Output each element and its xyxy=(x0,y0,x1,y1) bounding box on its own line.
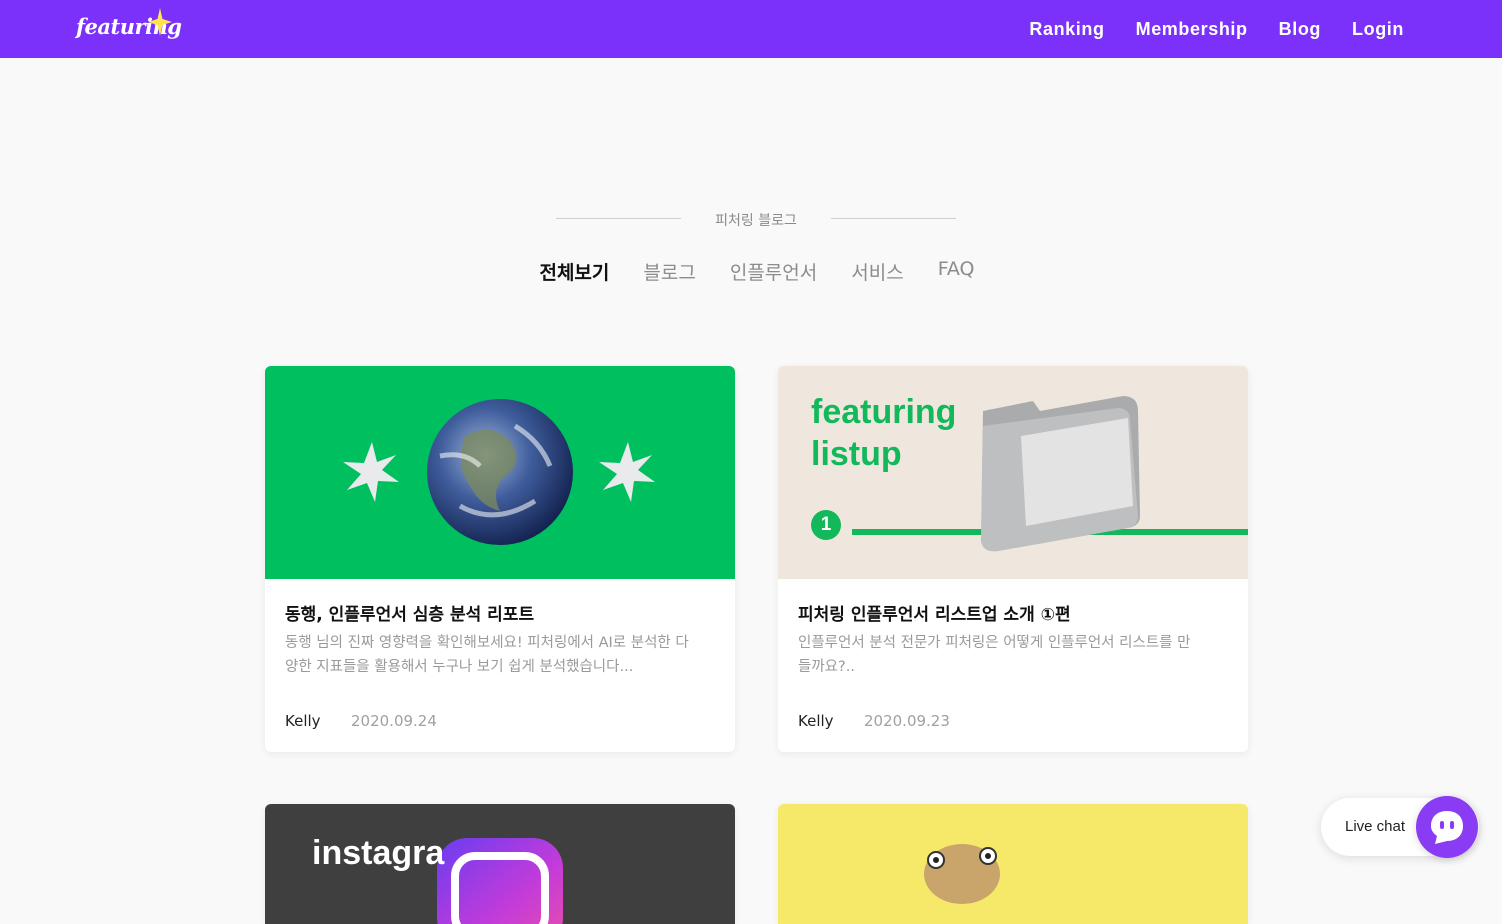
top-navbar: featuring Ranking Membership Blog Login xyxy=(0,0,1502,58)
card-date: 2020.09.24 xyxy=(351,712,437,730)
live-chat-button[interactable] xyxy=(1416,796,1478,858)
tab-all[interactable]: 전체보기 xyxy=(539,258,609,285)
card-date: 2020.09.23 xyxy=(864,712,950,730)
character-illustration xyxy=(924,844,1000,904)
card-description-line: 인플루언서 분석 전문가 피처링은 어떻게 인플루언서 리스트를 만 xyxy=(798,635,1191,651)
sparkle-icon xyxy=(148,8,172,36)
category-tabs: 전체보기 블로그 인플루언서 서비스 FAQ xyxy=(0,258,1502,285)
card-author: Kelly xyxy=(285,712,321,730)
card-thumbnail xyxy=(778,804,1248,924)
card-description-line: 양한 지표들을 활용해서 누구나 보기 쉽게 분석했습니다... xyxy=(285,659,634,675)
card-author: Kelly xyxy=(798,712,834,730)
card-thumbnail xyxy=(265,366,735,579)
thumbnail-badge: 1 xyxy=(820,514,832,535)
divider-right xyxy=(831,218,956,219)
card-description: 동행 님의 진짜 영향력을 확인해보세요! 피처링에서 AI로 분석한 다 양한… xyxy=(285,631,715,679)
card-description: 인플루언서 분석 전문가 피처링은 어떻게 인플루언서 리스트를 만 들까요?.… xyxy=(798,631,1228,679)
blog-card[interactable]: 동행, 인플루언서 심층 분석 리포트 동행 님의 진짜 영향력을 확인해보세요… xyxy=(265,366,735,752)
folder-illustration xyxy=(811,396,1248,552)
card-thumbnail: instagra xyxy=(265,804,735,924)
featuring-logo[interactable]: featuring xyxy=(76,8,182,48)
card-description-line: 들까요?.. xyxy=(798,659,855,675)
section-heading: 피처링 블로그 xyxy=(556,208,956,230)
tab-service[interactable]: 서비스 xyxy=(851,258,903,285)
chat-bubble-icon xyxy=(1431,811,1463,844)
card-title[interactable]: 동행, 인플루언서 심층 분석 리포트 xyxy=(285,600,534,625)
nav-ranking[interactable]: Ranking xyxy=(1029,19,1104,40)
card-description-line: 동행 님의 진짜 영향력을 확인해보세요! 피처링에서 AI로 분석한 다 xyxy=(285,635,689,651)
card-title[interactable]: 피처링 인플루언서 리스트업 소개 ①편 xyxy=(798,600,1071,625)
earth-illustration xyxy=(343,399,655,545)
live-chat-label[interactable]: Live chat xyxy=(1345,818,1405,835)
nav-blog[interactable]: Blog xyxy=(1279,19,1321,40)
nav-membership[interactable]: Membership xyxy=(1136,19,1248,40)
card-thumbnail: featuring listup 1 xyxy=(778,366,1248,579)
main-nav: Ranking Membership Blog Login xyxy=(1029,0,1404,58)
thumbnail-title: instagra xyxy=(312,834,445,872)
blog-card[interactable] xyxy=(778,804,1248,924)
nav-login[interactable]: Login xyxy=(1352,19,1404,40)
tab-faq[interactable]: FAQ xyxy=(938,258,975,285)
blog-card[interactable]: instagra xyxy=(265,804,735,924)
blog-card[interactable]: featuring listup 1 피처링 인플루언서 리스트업 소개 ①편 … xyxy=(778,366,1248,752)
tab-blog[interactable]: 블로그 xyxy=(643,258,695,285)
tab-influencer[interactable]: 인플루언서 xyxy=(730,258,817,285)
section-heading-text: 피처링 블로그 xyxy=(715,213,797,229)
